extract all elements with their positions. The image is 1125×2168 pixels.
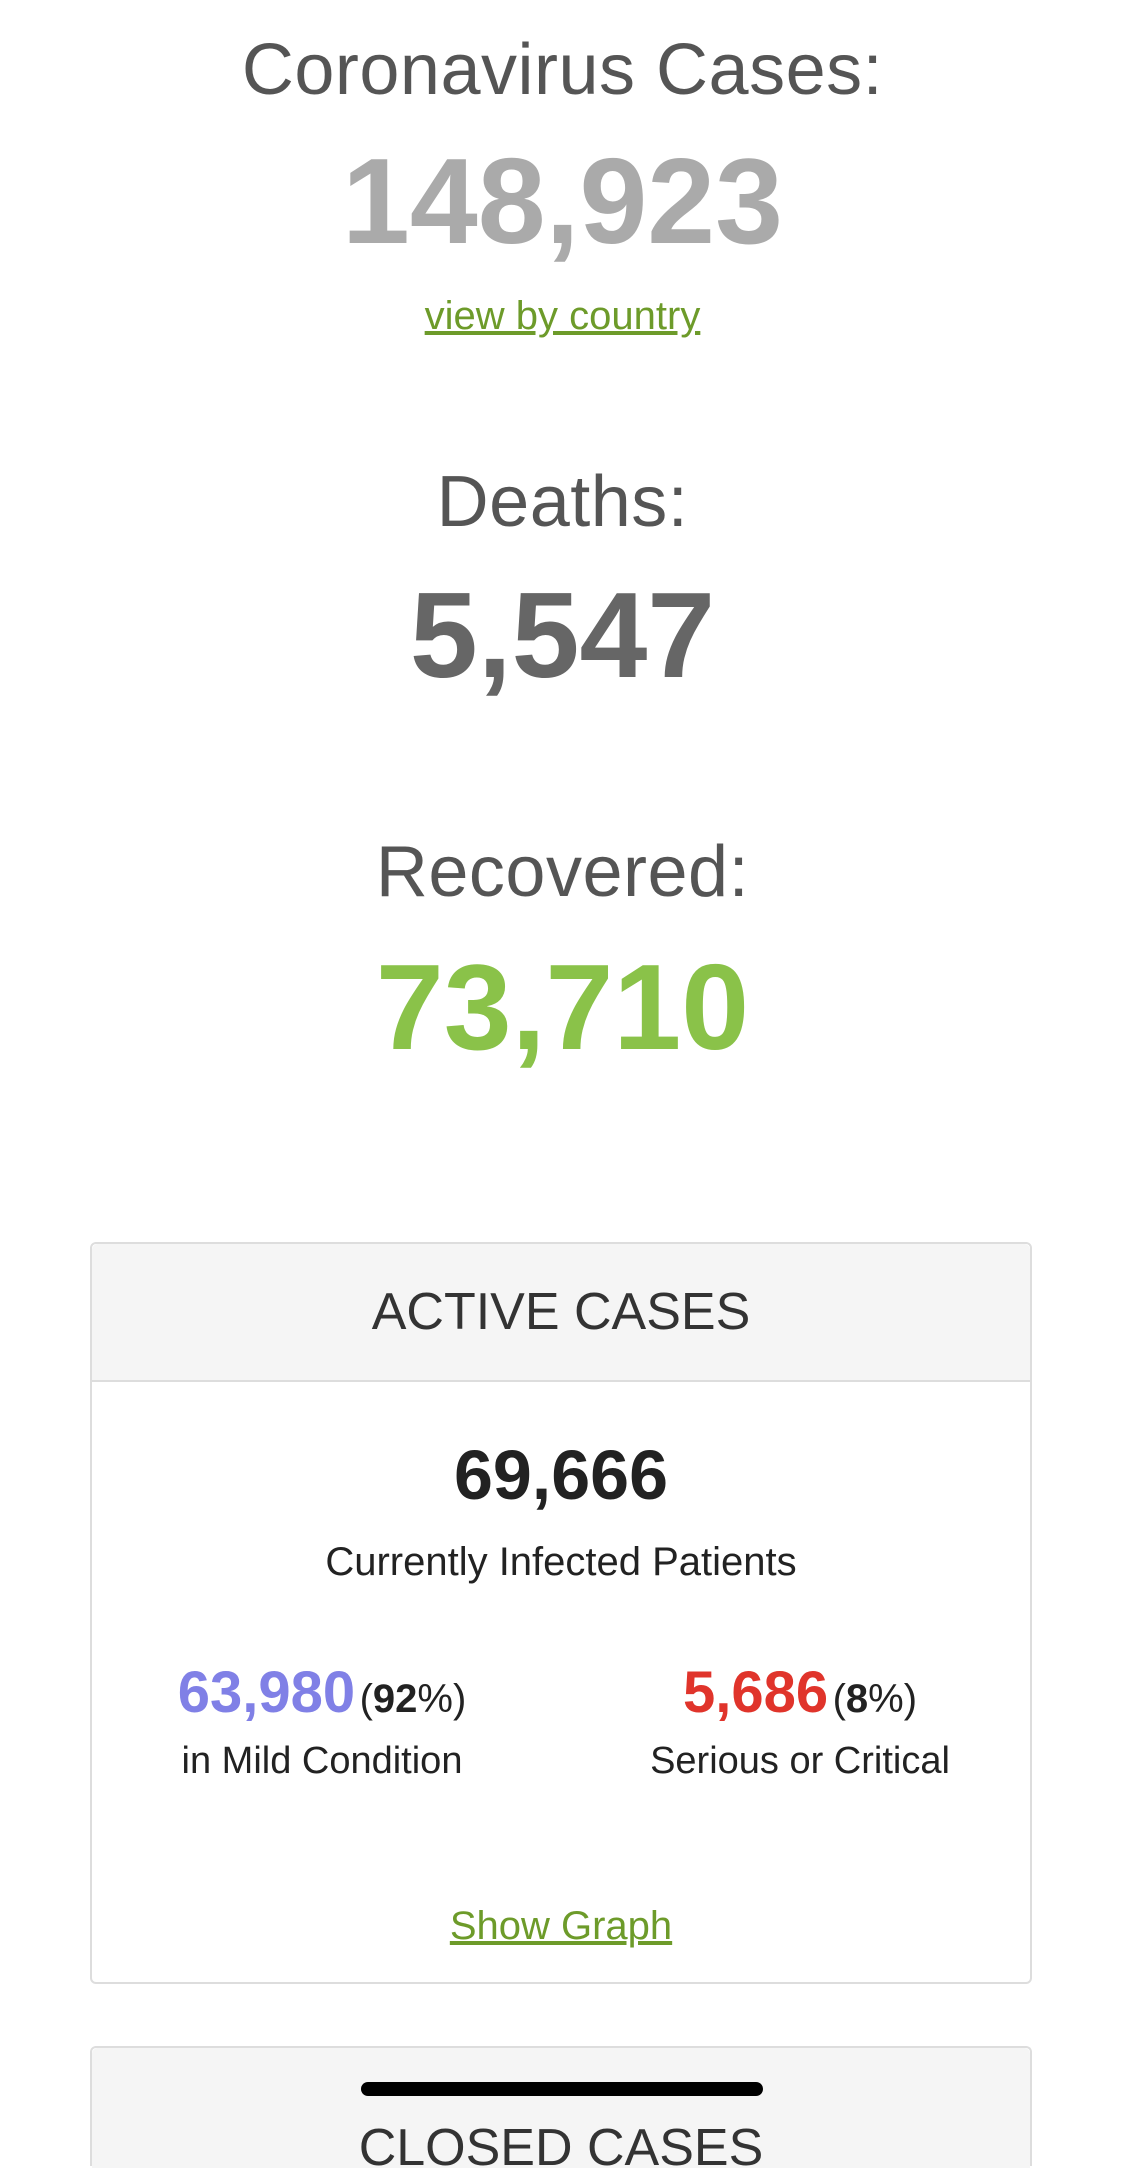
mild-condition-value: 63,980 [177, 1660, 356, 1725]
view-by-country-link[interactable]: view by country [0, 294, 1125, 339]
recovered-value: 73,710 [375, 939, 750, 1075]
currently-infected-value: 69,666 [453, 1436, 669, 1514]
recovered-label: Recovered: [375, 832, 750, 912]
active-cases-panel: ACTIVE CASES 69,666 Currently Infected P… [90, 1242, 1032, 1984]
show-graph-link[interactable]: Show Graph [92, 1904, 1030, 1949]
serious-critical-stat: 5,686 (8%) Serious or Critical [590, 1664, 1010, 1783]
closed-cases-header: CLOSED CASES [92, 2048, 1030, 2168]
mild-condition-stat: 63,980 (92%) in Mild Condition [112, 1664, 532, 1783]
home-indicator[interactable] [361, 2082, 763, 2096]
coronavirus-cases-label: Coronavirus Cases: [241, 30, 884, 110]
currently-infected-label: Currently Infected Patients [325, 1540, 797, 1584]
closed-cases-title: CLOSED CASES [358, 2119, 764, 2168]
deaths-label: Deaths: [436, 462, 689, 542]
closed-cases-panel: CLOSED CASES [90, 2046, 1032, 2168]
mild-condition-label: in Mild Condition [181, 1740, 463, 1782]
deaths-value: 5,547 [409, 567, 716, 703]
serious-critical-percent: (8%) [832, 1677, 918, 1721]
serious-critical-value: 5,686 [682, 1660, 829, 1725]
mild-condition-percent: (92%) [359, 1677, 467, 1721]
serious-critical-label: Serious or Critical [650, 1740, 950, 1782]
coronavirus-cases-value: 148,923 [342, 133, 783, 269]
active-cases-header: ACTIVE CASES [92, 1244, 1030, 1382]
